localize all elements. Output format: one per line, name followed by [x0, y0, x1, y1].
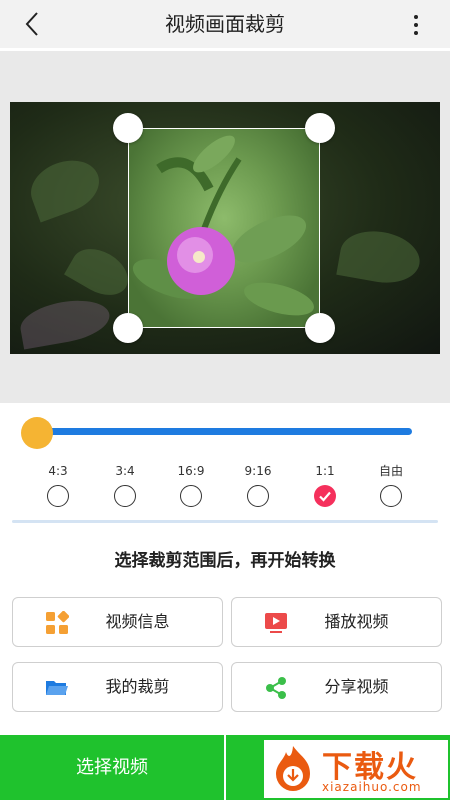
ratio-option-1-1[interactable]: 1:1	[300, 463, 350, 507]
crop-handle-top-right[interactable]	[305, 113, 335, 143]
flower-image	[132, 135, 314, 316]
background-foliage	[64, 239, 136, 305]
ratio-radio[interactable]	[47, 485, 69, 507]
ratio-radio[interactable]	[114, 485, 136, 507]
ratio-radio-checked[interactable]	[314, 485, 336, 507]
ratio-radio[interactable]	[180, 485, 202, 507]
watermark-domain: xiazaihuo.com	[322, 780, 422, 794]
my-crops-label: 我的裁剪	[105, 677, 170, 696]
background-foliage	[23, 151, 107, 223]
play-video-button[interactable]: 播放视频	[231, 597, 442, 647]
video-info-button[interactable]: 视频信息	[12, 597, 223, 647]
divider	[12, 520, 438, 523]
background-foliage	[336, 225, 424, 289]
crop-region[interactable]	[128, 128, 320, 328]
timeline-slider-track[interactable]	[24, 428, 412, 435]
ratio-radio[interactable]	[380, 485, 402, 507]
ratio-label: 自由	[378, 464, 403, 478]
share-video-label: 分享视频	[324, 677, 389, 696]
check-icon	[319, 491, 331, 502]
more-vertical-icon	[414, 15, 418, 19]
more-dot	[414, 23, 418, 27]
ratio-option-free[interactable]: 自由	[366, 463, 416, 507]
ratio-radio[interactable]	[247, 485, 269, 507]
ratio-option-16-9[interactable]: 16:9	[166, 463, 216, 507]
ratio-label: 16:9	[177, 464, 205, 478]
more-dot	[414, 31, 418, 35]
grid-apps-icon	[46, 611, 69, 634]
ratio-label: 9:16	[244, 464, 272, 478]
flame-download-icon	[276, 746, 310, 791]
ratio-option-3-4[interactable]: 3:4	[100, 463, 150, 507]
play-video-label: 播放视频	[324, 612, 389, 631]
ratio-label: 1:1	[315, 464, 335, 478]
page-title: 视频画面裁剪	[165, 12, 285, 36]
video-play-icon	[265, 613, 287, 633]
video-frame	[10, 102, 440, 354]
app-header: 视频画面裁剪	[0, 0, 450, 51]
more-options-button[interactable]	[406, 10, 426, 40]
video-info-label: 视频信息	[105, 612, 170, 631]
share-icon	[266, 677, 286, 699]
instruction-text: 选择裁剪范围后，再开始转换	[114, 551, 336, 571]
preview-area	[0, 51, 450, 403]
my-crops-button[interactable]: 我的裁剪	[12, 662, 223, 712]
select-video-button[interactable]: 选择视频	[0, 735, 224, 800]
ratio-option-9-16[interactable]: 9:16	[233, 463, 283, 507]
ratio-label: 3:4	[115, 464, 135, 478]
ratio-label: 4:3	[48, 464, 68, 478]
timeline-slider-thumb[interactable]	[21, 417, 53, 449]
crop-handle-bottom-left[interactable]	[113, 313, 143, 343]
crop-handle-bottom-right[interactable]	[305, 313, 335, 343]
crop-handle-top-left[interactable]	[113, 113, 143, 143]
folder-icon	[46, 681, 68, 695]
watermark-logo: 下载火 xiazaihuo.com	[264, 740, 448, 798]
ratio-option-4-3[interactable]: 4:3	[33, 463, 83, 507]
background-foliage	[17, 294, 113, 350]
share-video-button[interactable]: 分享视频	[231, 662, 442, 712]
